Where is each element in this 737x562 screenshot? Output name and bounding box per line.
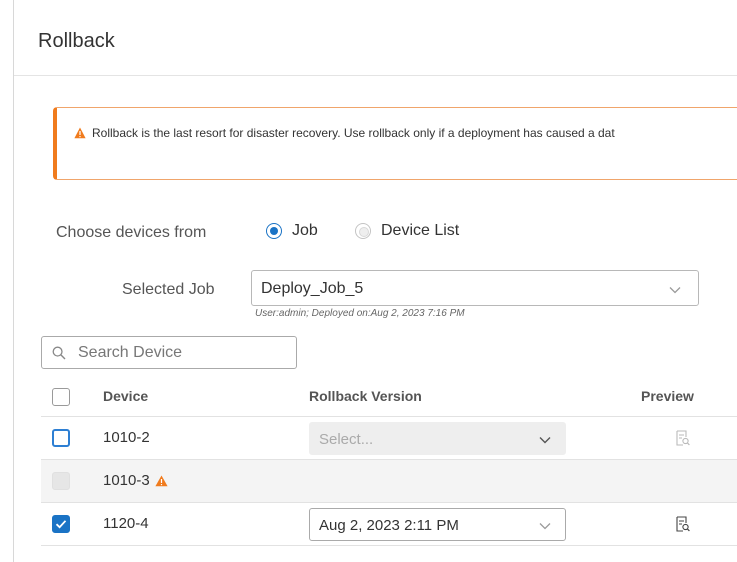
search-device-box[interactable] (41, 336, 297, 369)
rollback-version-value: Select... (319, 431, 374, 448)
warning-icon (155, 475, 168, 486)
row-checkbox[interactable] (52, 429, 70, 447)
radio-job[interactable]: Job (266, 222, 318, 240)
radio-device-list-indicator[interactable] (355, 223, 371, 239)
device-name-text: 1010-2 (103, 429, 150, 446)
chevron-down-icon (539, 523, 551, 530)
table-row: 1010-3 (41, 460, 737, 503)
row-checkbox[interactable] (52, 515, 70, 533)
table-row: 1120-4 Aug 2, 2023 2:11 PM (41, 503, 737, 546)
selected-job-value: Deploy_Job_5 (261, 280, 364, 297)
alert-message: Rollback is the last resort for disaster… (92, 126, 615, 140)
preview-icon[interactable] (676, 430, 690, 446)
device-name: 1010-3 (103, 472, 168, 489)
rollback-version-dropdown[interactable]: Aug 2, 2023 2:11 PM (309, 508, 566, 541)
device-name: 1120-4 (103, 515, 149, 532)
search-icon (52, 346, 66, 360)
selected-job-label: Selected Job (122, 281, 215, 298)
radio-job-label: Job (292, 222, 318, 239)
column-header-device[interactable]: Device (103, 388, 148, 404)
table-header-row: Device Rollback Version Preview (41, 375, 737, 417)
choose-devices-label: Choose devices from (56, 224, 207, 241)
column-header-preview: Preview (641, 388, 694, 404)
left-divider (13, 0, 14, 562)
select-all-checkbox[interactable] (52, 388, 70, 406)
row-checkbox (52, 472, 70, 490)
selected-job-dropdown[interactable]: Deploy_Job_5 (251, 270, 699, 306)
radio-device-list[interactable]: Device List (355, 222, 459, 240)
rollback-warning-alert: Rollback is the last resort for disaster… (53, 107, 737, 180)
dialog-header: Rollback (14, 0, 737, 76)
search-device-input[interactable] (78, 338, 288, 367)
device-name-text: 1010-3 (103, 472, 150, 489)
device-table: Device Rollback Version Preview 1010-2 S… (41, 375, 737, 546)
device-name: 1010-2 (103, 429, 150, 446)
checkmark-icon (55, 520, 67, 529)
chevron-down-icon (539, 437, 551, 444)
table-row: 1010-2 Select... (41, 417, 737, 460)
radio-job-indicator[interactable] (266, 223, 282, 239)
column-header-rollback-version: Rollback Version (309, 388, 422, 404)
warning-icon (74, 127, 86, 139)
rollback-version-value: Aug 2, 2023 2:11 PM (319, 517, 459, 534)
dialog-title: Rollback (38, 30, 115, 52)
device-name-text: 1120-4 (103, 515, 149, 532)
preview-icon[interactable] (676, 516, 690, 532)
job-metadata: User:admin; Deployed on:Aug 2, 2023 7:16… (255, 308, 465, 319)
radio-device-list-label: Device List (381, 222, 460, 239)
chevron-down-icon (669, 287, 681, 294)
rollback-version-dropdown[interactable]: Select... (309, 422, 566, 455)
